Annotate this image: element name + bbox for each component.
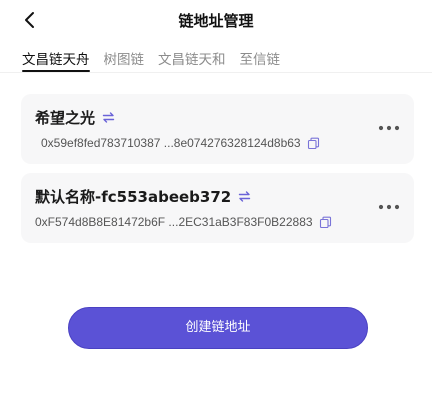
header: 链地址管理: [0, 0, 432, 40]
tab-shutu[interactable]: 树图链: [104, 48, 145, 72]
chain-tabs: 文昌链天舟 树图链 文昌链天和 至信链: [22, 48, 280, 72]
address-row: 0x59ef8fed783710387 ...8e074276328124d8b…: [35, 135, 320, 151]
copy-icon[interactable]: [319, 216, 332, 229]
more-dots-icon: [378, 204, 400, 210]
tab-wenchang-tianzhou[interactable]: 文昌链天舟: [22, 48, 90, 72]
more-options-button[interactable]: [378, 199, 400, 215]
chain-address-page: 链地址管理 文昌链天舟 树图链 文昌链天和 至信链 希望之光 0x59ef8fe…: [0, 0, 432, 414]
address-row: 0xF574d8B8E81472b6F ...2EC31aB3F83F0B228…: [35, 214, 332, 230]
address-card: 希望之光 0x59ef8fed783710387 ...8e0742763281…: [21, 94, 414, 164]
more-options-button[interactable]: [378, 120, 400, 136]
tab-zhixin[interactable]: 至信链: [240, 48, 281, 72]
page-title: 链地址管理: [178, 12, 254, 30]
address-name: 默认名称-fc553abeeb372: [35, 187, 232, 206]
tab-wenchang-tianhe[interactable]: 文昌链天和: [158, 48, 226, 72]
tabs-divider: [0, 72, 432, 73]
create-address-button[interactable]: 创建链地址: [68, 307, 368, 349]
address-name: 希望之光: [35, 108, 96, 127]
more-dots-icon: [378, 125, 400, 131]
switch-arrows-icon[interactable]: [237, 189, 252, 204]
switch-arrows-icon[interactable]: [101, 110, 116, 125]
address-name-row: 希望之光: [35, 107, 116, 127]
copy-icon[interactable]: [307, 137, 320, 150]
address-name-row: 默认名称-fc553abeeb372: [35, 186, 252, 206]
address-card: 默认名称-fc553abeeb372 0xF574d8B8E81472b6F .…: [21, 173, 414, 243]
address-text: 0xF574d8B8E81472b6F ...2EC31aB3F83F0B228…: [35, 215, 313, 229]
address-text: 0x59ef8fed783710387 ...8e074276328124d8b…: [41, 136, 301, 150]
